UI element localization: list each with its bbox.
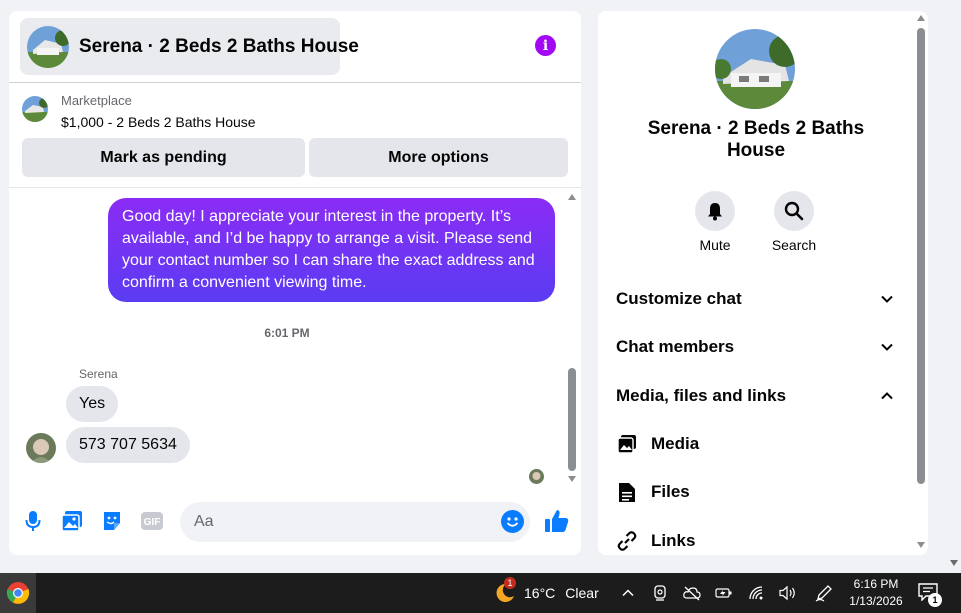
conversation-info-panel: Serena · 2 Beds 2 Baths House Mute Searc…	[598, 11, 928, 555]
moon-icon: 1	[492, 577, 516, 605]
message-input[interactable]	[180, 502, 530, 542]
chat-panel: Serena · 2 Beds 2 Baths House i Marketpl…	[9, 11, 581, 555]
scrollbar-thumb[interactable]	[917, 28, 925, 484]
chrome-taskbar-icon[interactable]	[0, 573, 36, 613]
wifi-icon[interactable]	[747, 583, 767, 603]
photo-icon[interactable]	[61, 510, 83, 532]
marketplace-banner: Marketplace $1,000 - 2 Beds 2 Baths Hous…	[9, 84, 581, 188]
outgoing-message: Good day! I appreciate your interest in …	[108, 198, 555, 302]
notification-count-badge: 1	[928, 593, 942, 607]
microphone-icon[interactable]	[22, 510, 44, 532]
customize-chat-row[interactable]: Customize chat	[616, 284, 898, 314]
thumbs-up-icon[interactable]	[544, 508, 570, 534]
volume-icon[interactable]	[778, 583, 798, 603]
files-label: Files	[651, 482, 690, 501]
links-row[interactable]: Links	[616, 526, 898, 555]
sender-avatar[interactable]	[26, 433, 56, 463]
scrollbar-thumb[interactable]	[568, 368, 576, 471]
message-timestamp: 6:01 PM	[264, 326, 310, 340]
chevron-up-icon[interactable]	[618, 583, 638, 603]
info-icon[interactable]: i	[535, 35, 556, 56]
weather-widget[interactable]: 1 16°C Clear	[492, 577, 599, 605]
message-composer: GIF	[9, 499, 581, 543]
mute-button[interactable]	[695, 191, 735, 231]
media-label: Media	[651, 434, 700, 453]
message-thread: Good day! I appreciate your interest in …	[9, 189, 581, 489]
search-button[interactable]	[774, 191, 814, 231]
marketplace-label: Marketplace	[61, 93, 132, 108]
cloud-off-icon[interactable]	[682, 583, 702, 603]
weather-temperature: 16°C	[524, 585, 556, 601]
section-label: Customize chat	[616, 289, 742, 308]
contact-avatar	[27, 25, 69, 68]
scroll-up-arrow[interactable]	[917, 15, 925, 21]
emoji-icon[interactable]	[501, 510, 524, 533]
weather-condition: Clear	[565, 585, 599, 601]
contact-avatar-large[interactable]	[715, 29, 795, 109]
conversation-title-button[interactable]: Serena · 2 Beds 2 Baths House	[20, 18, 359, 75]
pen-icon[interactable]	[814, 583, 834, 603]
media-files-links-row[interactable]: Media, files and links	[616, 381, 898, 411]
scroll-up-arrow[interactable]	[568, 194, 576, 200]
file-icon	[616, 481, 638, 503]
chevron-down-icon	[881, 295, 893, 303]
chat-header: Serena · 2 Beds 2 Baths House i	[9, 11, 581, 83]
seen-indicator-avatar	[529, 469, 544, 484]
listing-thumbnail[interactable]	[22, 96, 48, 122]
camera-icon[interactable]	[650, 583, 670, 603]
listing-title[interactable]: $1,000 - 2 Beds 2 Baths House	[61, 114, 256, 130]
chevron-down-icon	[881, 343, 893, 351]
files-row[interactable]: Files	[616, 477, 898, 507]
mark-as-pending-button[interactable]: Mark as pending	[22, 138, 305, 177]
search-icon	[784, 201, 804, 221]
chevron-up-icon	[881, 392, 893, 400]
clock-date: 1/13/2026	[849, 594, 903, 608]
incoming-message: 573 707 5634	[66, 427, 190, 463]
clock-time: 6:16 PM	[853, 577, 899, 591]
conversation-title: Serena · 2 Beds 2 Baths House	[79, 35, 359, 57]
chat-members-row[interactable]: Chat members	[616, 332, 898, 362]
battery-icon[interactable]	[714, 583, 734, 603]
section-label: Media, files and links	[616, 386, 787, 405]
media-icon	[616, 433, 638, 455]
notification-icon[interactable]: 1	[918, 583, 942, 607]
links-label: Links	[651, 531, 696, 550]
mute-label: Mute	[699, 237, 731, 253]
search-label: Search	[771, 237, 817, 253]
sticker-icon[interactable]	[101, 510, 123, 532]
scroll-down-arrow[interactable]	[917, 542, 925, 548]
bell-icon	[708, 203, 722, 221]
sender-name: Serena	[79, 367, 118, 381]
link-icon	[616, 530, 638, 552]
incoming-message: Yes	[66, 386, 119, 422]
svg-text:GIF: GIF	[144, 517, 161, 528]
weather-alert-badge: 1	[504, 577, 516, 589]
message-scrollbar[interactable]	[565, 189, 579, 489]
section-label: Chat members	[616, 337, 735, 356]
page-scroll-down-arrow[interactable]	[950, 560, 958, 566]
gif-icon[interactable]: GIF	[140, 510, 164, 532]
system-clock[interactable]: 6:16 PM 1/13/2026	[846, 576, 906, 610]
windows-taskbar: 1 16°C Clear 6:16 PM 1/13/2026 1	[0, 573, 961, 613]
scroll-down-arrow[interactable]	[568, 476, 576, 482]
media-row[interactable]: Media	[616, 429, 898, 459]
contact-name: Serena · 2 Beds 2 Baths House	[647, 118, 865, 161]
info-scrollbar[interactable]	[914, 11, 928, 555]
more-options-button[interactable]: More options	[309, 138, 568, 177]
